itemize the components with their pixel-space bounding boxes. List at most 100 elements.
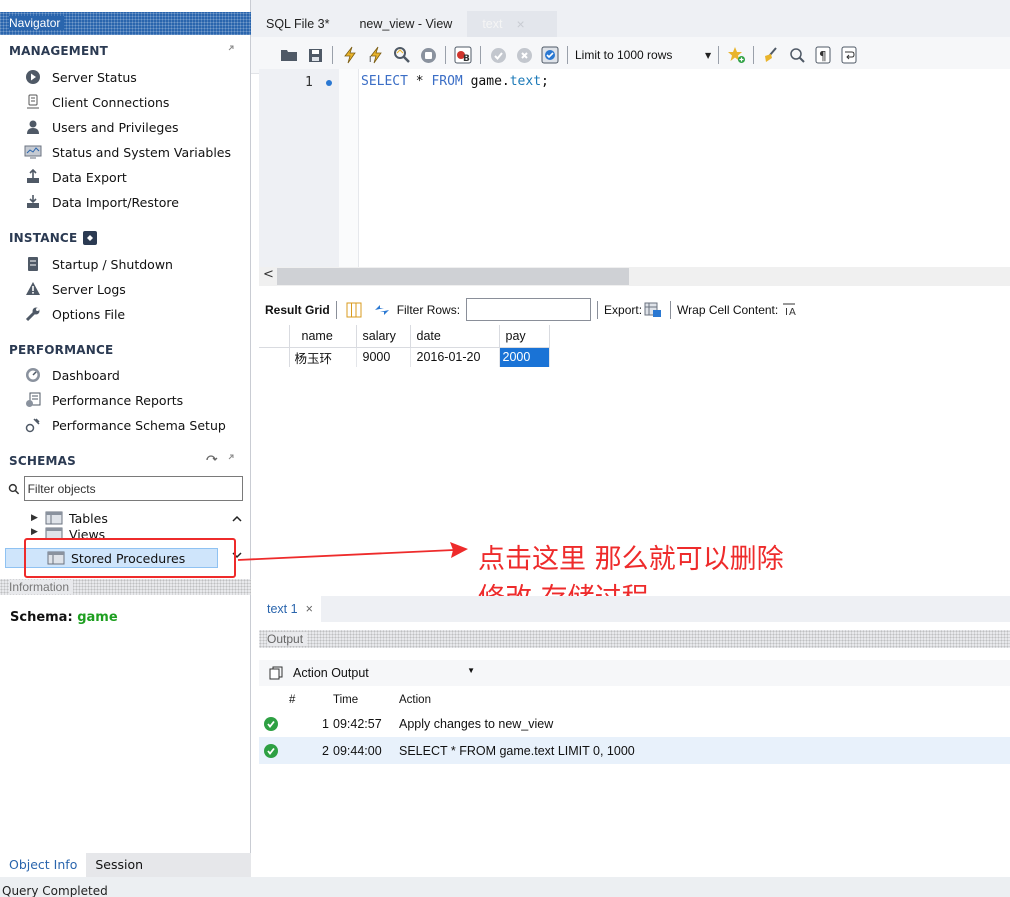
table-row[interactable]: 1 09:42:57 Apply changes to new_view (259, 710, 1010, 737)
tab-object-info[interactable]: Object Info (0, 853, 87, 877)
sql-keyword: SELECT (361, 74, 408, 89)
line-number-gutter (259, 69, 339, 267)
export-button[interactable] (642, 300, 664, 320)
nav-item-server-logs[interactable]: Server Logs (24, 278, 126, 300)
limit-rows-select[interactable]: Limit to 1000 rows ▼ (575, 44, 711, 66)
rollback-button[interactable] (511, 43, 537, 67)
nav-item-label: Server Status (52, 69, 137, 85)
expand-icon[interactable] (224, 45, 234, 55)
result-grid: name salary date pay 杨玉环 9000 2016-01-20… (259, 325, 550, 367)
tree-item-stored-procedures[interactable]: Stored Procedures (5, 548, 218, 568)
grid-view-button[interactable] (343, 300, 365, 320)
tab-text[interactable]: text × (467, 11, 558, 37)
tree-item-label: Views (69, 527, 106, 539)
execute-statement-button[interactable]: I (363, 43, 389, 67)
cell-date[interactable]: 2016-01-20 (410, 347, 500, 367)
folder-icon (281, 50, 297, 61)
filter-objects-input[interactable] (23, 476, 243, 501)
tab-new-view[interactable]: new_view - View (344, 11, 467, 37)
autocommit-button[interactable] (537, 43, 563, 67)
refresh-icon[interactable] (204, 454, 218, 466)
pilcrow-icon: ¶ (815, 46, 831, 64)
invisible-chars-button[interactable]: ¶ (810, 43, 836, 67)
nav-item-server-status[interactable]: Server Status (24, 66, 137, 88)
word-wrap-button[interactable] (836, 43, 862, 67)
nav-item-performance-reports[interactable]: Performance Reports (24, 389, 183, 411)
commit-button[interactable] (485, 43, 511, 67)
filter-rows-input[interactable] (466, 298, 592, 321)
nav-item-dashboard[interactable]: Dashboard (24, 364, 120, 386)
cell-name[interactable]: 杨玉环 (289, 347, 357, 367)
server-status-icon (24, 68, 42, 86)
column-header-pay[interactable]: pay (499, 325, 550, 348)
nav-item-client-connections[interactable]: Client Connections (24, 91, 169, 113)
close-tab-icon[interactable]: × (306, 596, 313, 622)
table-row[interactable]: 杨玉环 9000 2016-01-20 2000 (259, 347, 550, 367)
open-file-button[interactable] (276, 43, 302, 67)
navigator-panel: Navigator MANAGEMENT Server Status Clien… (0, 0, 251, 897)
nav-item-performance-schema[interactable]: Performance Schema Setup (24, 414, 226, 436)
cell-pay[interactable]: 2000 (499, 347, 550, 367)
dashboard-icon (24, 366, 42, 384)
column-header-name[interactable]: name (289, 325, 357, 348)
tab-session[interactable]: Session (86, 853, 152, 877)
execute-button[interactable] (337, 43, 363, 67)
nav-item-options-file[interactable]: Options File (24, 303, 125, 325)
nav-item-label: Client Connections (52, 94, 170, 110)
sql-table-name: text (509, 74, 542, 89)
find-button[interactable] (784, 43, 810, 67)
cell-time: 09:44:00 (333, 737, 399, 764)
output-header: Output (259, 630, 1010, 648)
close-tab-icon[interactable]: × (516, 11, 524, 37)
wrap-cell-button[interactable]: IA (778, 300, 800, 320)
refresh-results-button[interactable] (371, 300, 393, 320)
copy-icon[interactable] (267, 666, 285, 680)
section-performance: PERFORMANCE (9, 343, 113, 357)
row-header[interactable] (259, 347, 290, 367)
autocommit-icon (541, 46, 559, 64)
scroll-up-icon[interactable] (231, 513, 243, 525)
nav-item-startup-shutdown[interactable]: Startup / Shutdown (24, 253, 173, 275)
expand-icon[interactable] (224, 454, 234, 464)
table-row[interactable]: 2 09:44:00 SELECT * FROM game.text LIMIT… (259, 737, 1010, 764)
tree-item-tables[interactable]: ▶ Tables (31, 508, 108, 528)
stop-button[interactable] (415, 43, 441, 67)
grid-icon (346, 302, 362, 317)
expand-arrow-icon[interactable]: ▶ (31, 513, 41, 523)
output-type-select[interactable]: Action Output ▼ (293, 666, 483, 680)
tree-item-views[interactable]: ▶ Views (31, 527, 105, 539)
explain-button[interactable] (389, 43, 415, 67)
tab-sql-file[interactable]: SQL File 3* (251, 11, 344, 37)
separator (718, 46, 720, 64)
column-header-number[interactable]: # (289, 690, 333, 710)
add-snippet-button[interactable] (723, 43, 749, 67)
result-grid-tab[interactable]: Result Grid (265, 303, 330, 317)
beautify-button[interactable] (758, 43, 784, 67)
horizontal-scrollbar[interactable]: < (259, 267, 1010, 286)
column-header-date[interactable]: date (410, 325, 500, 348)
cell-salary[interactable]: 9000 (356, 347, 411, 367)
nav-item-status-variables[interactable]: Status and System Variables (24, 141, 231, 163)
scroll-thumb[interactable] (277, 268, 629, 285)
tab-result-text-1[interactable]: text 1 × (259, 596, 321, 622)
column-header-salary[interactable]: salary (356, 325, 411, 348)
column-header-action[interactable]: Action (399, 690, 1010, 710)
status-cell (259, 737, 289, 764)
nav-item-data-export[interactable]: Data Export (24, 166, 127, 188)
limit-rows-label: Limit to 1000 rows (575, 48, 673, 62)
output-type-label: Action Output (293, 666, 369, 680)
sql-statement[interactable]: SELECT * FROM game.text; (361, 74, 549, 89)
scroll-left-icon[interactable]: < (263, 267, 274, 282)
expand-arrow-icon[interactable]: ▶ (31, 527, 41, 537)
save-button[interactable] (302, 43, 328, 67)
row-header-corner (259, 325, 290, 348)
toggle-continue-on-error-button[interactable]: B (450, 43, 476, 67)
separator (753, 46, 755, 64)
nav-item-data-import[interactable]: Data Import/Restore (24, 191, 179, 213)
nav-item-users-privileges[interactable]: Users and Privileges (24, 116, 179, 138)
nav-item-label: Options File (52, 306, 126, 322)
sql-editor[interactable]: 1 SELECT * FROM game.text; (259, 69, 1010, 267)
column-header-time[interactable]: Time (333, 690, 399, 710)
info-tabs: Object Info Session (0, 853, 251, 877)
cell-number: 1 (322, 716, 329, 731)
